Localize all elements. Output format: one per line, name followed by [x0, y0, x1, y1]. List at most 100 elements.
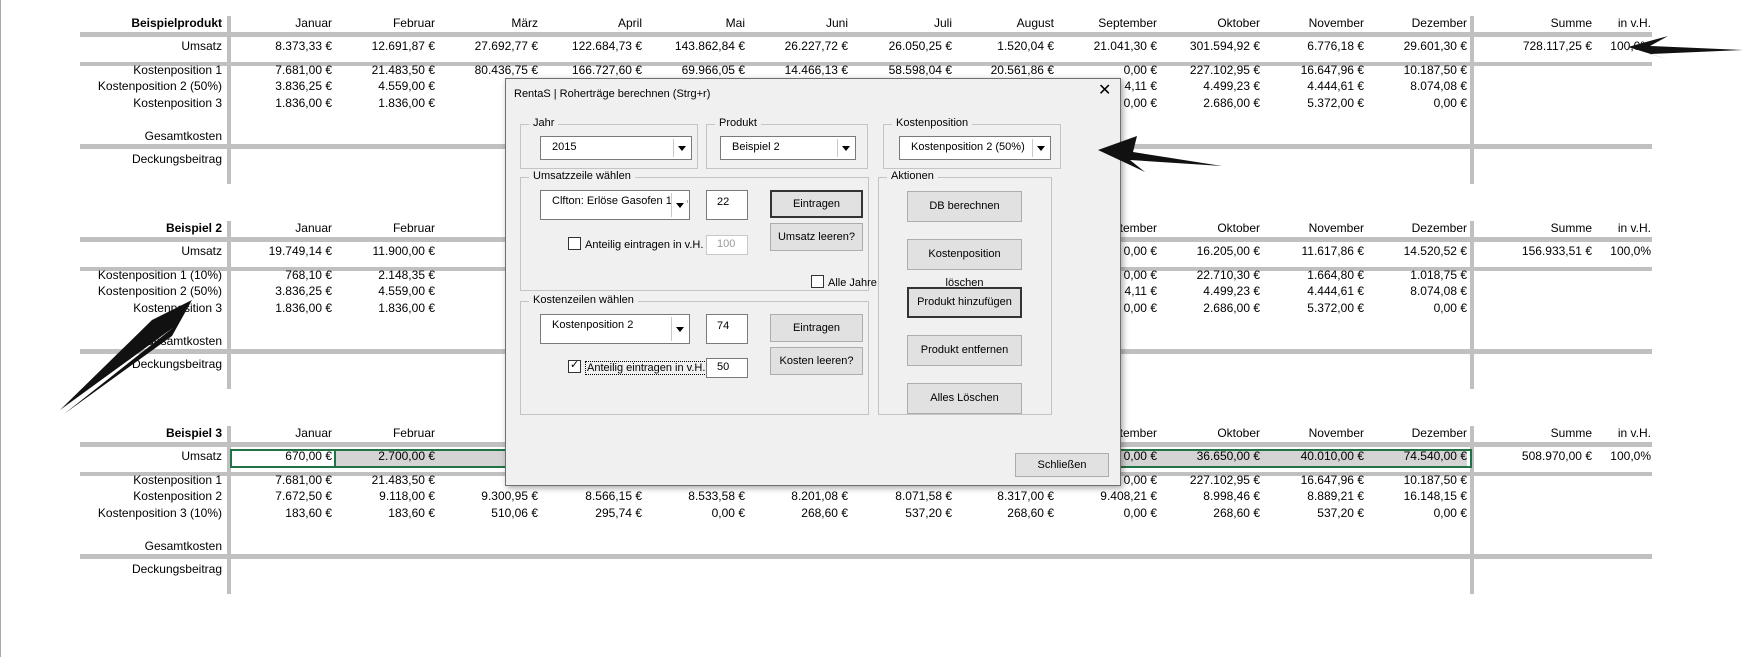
table-cell[interactable]: 16.647,96 €	[1264, 63, 1364, 77]
umsatz-row-input[interactable]: 22	[706, 190, 748, 220]
table-cell[interactable]: 2.686,00 €	[1160, 301, 1260, 315]
table-cell[interactable]: 295,74 €	[542, 506, 642, 520]
checkbox-box[interactable]	[811, 275, 824, 288]
table-cell[interactable]: 27.692,77 €	[438, 39, 538, 53]
table-cell[interactable]: 227.102,95 €	[1160, 473, 1260, 487]
table-cell[interactable]: 16.148,15 €	[1367, 489, 1467, 503]
checkbox-box[interactable]	[568, 237, 581, 250]
table-cell[interactable]: 4.559,00 €	[335, 79, 435, 93]
table-cell[interactable]: 8.317,00 €	[954, 489, 1054, 503]
alle-jahre-checkbox[interactable]: Alle Jahre	[811, 275, 877, 289]
table-cell[interactable]: 2.686,00 €	[1160, 96, 1260, 110]
alles-loeschen-button[interactable]: Alles Löschen	[907, 383, 1022, 414]
umsatz-anteilig-checkbox[interactable]: Anteilig eintragen in v.H.	[568, 237, 703, 251]
table-cell[interactable]: 21.483,50 €	[335, 473, 435, 487]
table-cell[interactable]: 4.559,00 €	[335, 284, 435, 298]
table-cell[interactable]: 3.836,25 €	[232, 284, 332, 298]
table-cell[interactable]: 8.071,58 €	[852, 489, 952, 503]
kosten-row-input[interactable]: 74	[706, 314, 748, 344]
kosten-anteilig-checkbox[interactable]: Anteilig eintragen in v.H.	[568, 358, 708, 375]
table-cell[interactable]: 21.483,50 €	[335, 63, 435, 77]
table-cell[interactable]: 12.691,87 €	[335, 39, 435, 53]
table-cell[interactable]: 7.672,50 €	[232, 489, 332, 503]
umsatzzeile-select[interactable]: Clfton: Erlöse Gasofen 19%	[540, 190, 690, 220]
table-cell[interactable]: 3.836,25 €	[232, 79, 332, 93]
chevron-down-icon[interactable]	[671, 193, 687, 217]
table-cell[interactable]: 8.074,08 €	[1367, 79, 1467, 93]
table-cell[interactable]: 537,20 €	[1264, 506, 1364, 520]
table-cell[interactable]: 143.862,84 €	[645, 39, 745, 53]
table-cell[interactable]: 0,00 €	[645, 506, 745, 520]
table-cell[interactable]: 7.681,00 €	[232, 473, 332, 487]
kostenposition-select[interactable]: Kostenposition 2 (50%)	[899, 136, 1051, 160]
pct-cell[interactable]: 100,0%	[1551, 449, 1651, 463]
produkt-entfernen-button[interactable]: Produkt entfernen	[907, 335, 1022, 366]
table-cell[interactable]: 1.836,00 €	[335, 96, 435, 110]
kostenposition-loeschen-button[interactable]: Kostenposition löschen	[907, 239, 1022, 289]
schliessen-button[interactable]: Schließen	[1015, 453, 1109, 477]
table-cell[interactable]: 9.118,00 €	[335, 489, 435, 503]
table-cell[interactable]: 4.499,23 €	[1160, 79, 1260, 93]
table-cell[interactable]: 227.102,95 €	[1160, 63, 1260, 77]
table-cell[interactable]: 16.205,00 €	[1160, 244, 1260, 258]
table-cell[interactable]: 8.998,46 €	[1160, 489, 1260, 503]
table-cell[interactable]: 0,00 €	[1367, 301, 1467, 315]
table-cell[interactable]: 183,60 €	[335, 506, 435, 520]
table-cell[interactable]: 21.041,30 €	[1057, 39, 1157, 53]
table-cell[interactable]: 510,06 €	[438, 506, 538, 520]
kosten-eintragen-button[interactable]: Eintragen	[770, 314, 863, 342]
table-cell[interactable]: 69.966,05 €	[645, 63, 745, 77]
table-cell[interactable]: 8.074,08 €	[1367, 284, 1467, 298]
table-cell[interactable]: 268,60 €	[1160, 506, 1260, 520]
table-cell[interactable]: 8.373,33 €	[232, 39, 332, 53]
table-cell[interactable]: 19.749,14 €	[232, 244, 332, 258]
table-cell[interactable]: 4.499,23 €	[1160, 284, 1260, 298]
table-cell[interactable]: 1.664,80 €	[1264, 268, 1364, 282]
kostenzeilen-select[interactable]: Kostenposition 2	[540, 314, 690, 344]
table-cell[interactable]: 537,20 €	[852, 506, 952, 520]
table-cell[interactable]: 0,00 €	[1367, 506, 1467, 520]
table-cell[interactable]: 268,60 €	[748, 506, 848, 520]
table-cell[interactable]: 301.594,92 €	[1160, 39, 1260, 53]
table-cell[interactable]: 1.520,04 €	[954, 39, 1054, 53]
checkbox-checked-icon[interactable]	[568, 358, 581, 373]
table-cell[interactable]: 5.372,00 €	[1264, 301, 1364, 315]
table-cell[interactable]: 7.681,00 €	[232, 63, 332, 77]
table-cell[interactable]: 11.900,00 €	[335, 244, 435, 258]
kosten-pct-input[interactable]: 50	[706, 358, 748, 378]
db-berechnen-button[interactable]: DB berechnen	[907, 191, 1022, 222]
table-cell[interactable]: 1.836,00 €	[335, 301, 435, 315]
table-cell[interactable]: 166.727,60 €	[542, 63, 642, 77]
kosten-leeren-button[interactable]: Kosten leeren?	[770, 347, 863, 375]
table-cell[interactable]: 20.561,86 €	[954, 63, 1054, 77]
table-cell[interactable]: 8.201,08 €	[748, 489, 848, 503]
table-cell[interactable]: 1.018,75 €	[1367, 268, 1467, 282]
table-cell[interactable]: 22.710,30 €	[1160, 268, 1260, 282]
close-icon[interactable]: ✕	[1098, 82, 1111, 100]
table-cell[interactable]: 26.050,25 €	[852, 39, 952, 53]
table-cell[interactable]: 10.187,50 €	[1367, 63, 1467, 77]
table-cell[interactable]: 4.444,61 €	[1264, 79, 1364, 93]
table-cell[interactable]: 122.684,73 €	[542, 39, 642, 53]
table-cell[interactable]: 11.617,86 €	[1264, 244, 1364, 258]
table-cell[interactable]: 26.227,72 €	[748, 39, 848, 53]
umsatz-leeren-button[interactable]: Umsatz leeren?	[770, 223, 863, 251]
table-cell[interactable]: 0,00 €	[1367, 96, 1467, 110]
table-cell[interactable]: 29.601,30 €	[1367, 39, 1467, 53]
pct-cell[interactable]: 100,0%	[1551, 39, 1651, 53]
jahr-select[interactable]: 2015	[540, 136, 692, 160]
table-cell[interactable]: 9.408,21 €	[1057, 489, 1157, 503]
table-cell[interactable]: 8.533,58 €	[645, 489, 745, 503]
table-cell[interactable]: 1.836,00 €	[232, 301, 332, 315]
table-cell[interactable]: 14.466,13 €	[748, 63, 848, 77]
pct-cell[interactable]: 100,0%	[1551, 244, 1651, 258]
table-cell[interactable]: 768,10 €	[232, 268, 332, 282]
table-cell[interactable]: 4.444,61 €	[1264, 284, 1364, 298]
umsatz-pct-input[interactable]: 100	[706, 235, 748, 255]
table-cell[interactable]: 1.836,00 €	[232, 96, 332, 110]
produkt-select[interactable]: Beispiel 2	[720, 136, 856, 160]
table-cell[interactable]: 10.187,50 €	[1367, 473, 1467, 487]
table-cell[interactable]: 268,60 €	[954, 506, 1054, 520]
table-cell[interactable]: 183,60 €	[232, 506, 332, 520]
produkt-hinzufuegen-button[interactable]: Produkt hinzufügen	[907, 287, 1022, 318]
